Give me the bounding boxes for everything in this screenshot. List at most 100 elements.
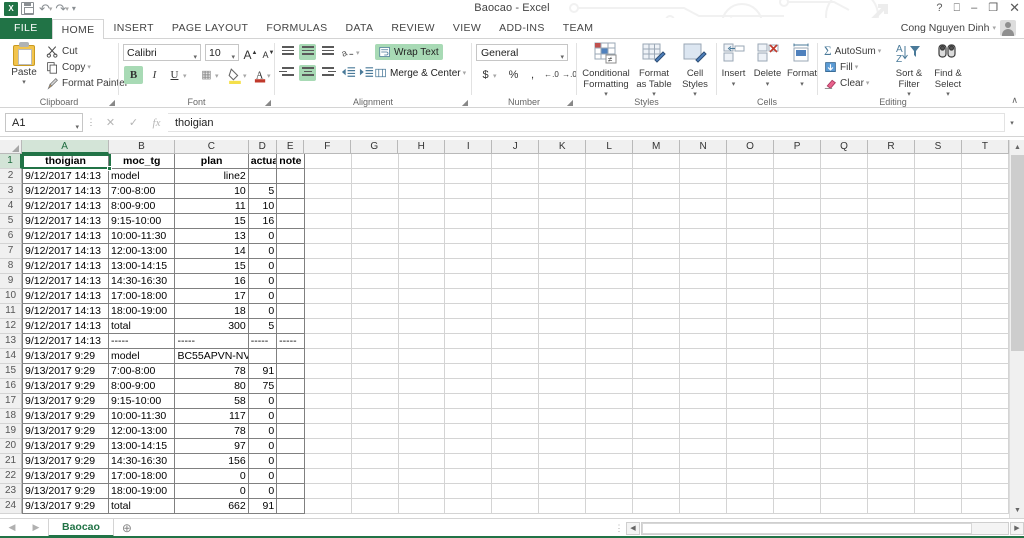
cell-K7[interactable]	[539, 244, 587, 259]
cell-L2[interactable]	[586, 169, 634, 184]
currency-caret-icon[interactable]: ▾	[493, 72, 497, 80]
cell-B16[interactable]: 8:00-9:00	[108, 379, 176, 394]
cell-P8[interactable]	[774, 259, 822, 274]
cell-R4[interactable]	[868, 199, 915, 214]
clipboard-dialog-launcher[interactable]: ◢	[109, 98, 115, 107]
cell-R10[interactable]	[868, 289, 915, 304]
cell-I1[interactable]	[445, 154, 493, 169]
cell-N11[interactable]	[680, 304, 728, 319]
cell-O10[interactable]	[727, 289, 775, 304]
insert-cells-caret-icon[interactable]: ▾	[717, 80, 750, 88]
cell-C22[interactable]: 0	[175, 469, 249, 484]
align-center-button[interactable]	[299, 65, 316, 81]
cell-E19[interactable]	[277, 424, 305, 439]
cell-P4[interactable]	[774, 199, 822, 214]
cell-N14[interactable]	[680, 349, 728, 364]
delete-cells-button[interactable]: Delete ▾	[750, 42, 785, 88]
cell-K10[interactable]	[539, 289, 587, 304]
cell-O17[interactable]	[727, 394, 775, 409]
cell-B1[interactable]: moc_tg	[108, 154, 176, 169]
cell-F18[interactable]	[304, 409, 352, 424]
cell-E12[interactable]	[277, 319, 305, 334]
cell-H8[interactable]	[398, 259, 446, 274]
help-icon[interactable]: ?	[936, 1, 942, 15]
cell-G21[interactable]	[351, 454, 399, 469]
cell-N5[interactable]	[680, 214, 728, 229]
column-header-l[interactable]: L	[586, 140, 634, 154]
close-icon[interactable]: ✕	[1009, 1, 1020, 15]
cell-M14[interactable]	[633, 349, 681, 364]
cell-Q24[interactable]	[821, 499, 869, 514]
cell-S13[interactable]	[915, 334, 962, 349]
cell-S22[interactable]	[915, 469, 962, 484]
cell-I16[interactable]	[445, 379, 493, 394]
cut-button[interactable]: Cut	[46, 43, 128, 59]
tab-review[interactable]: REVIEW	[382, 18, 444, 39]
cell-R16[interactable]	[868, 379, 915, 394]
cell-D6[interactable]: 0	[248, 229, 278, 244]
cell-N19[interactable]	[680, 424, 728, 439]
cell-S11[interactable]	[915, 304, 962, 319]
cell-T22[interactable]	[961, 469, 1009, 484]
cell-J1[interactable]	[492, 154, 540, 169]
cell-A19[interactable]: 9/13/2017 9:29	[22, 424, 109, 439]
cell-D21[interactable]: 0	[248, 454, 278, 469]
cell-F6[interactable]	[304, 229, 352, 244]
cell-D13[interactable]: -----	[248, 334, 278, 349]
cell-G4[interactable]	[351, 199, 399, 214]
cell-J11[interactable]	[492, 304, 540, 319]
cell-L20[interactable]	[586, 439, 634, 454]
cell-F1[interactable]	[304, 154, 352, 169]
cell-I6[interactable]	[445, 229, 493, 244]
cell-N6[interactable]	[680, 229, 728, 244]
cell-J9[interactable]	[492, 274, 540, 289]
cell-C15[interactable]: 78	[175, 364, 249, 379]
row-header-23[interactable]: 23	[0, 484, 22, 499]
cell-R23[interactable]	[868, 484, 915, 499]
cell-O9[interactable]	[727, 274, 775, 289]
cell-R20[interactable]	[868, 439, 915, 454]
cell-B8[interactable]: 13:00-14:15	[108, 259, 176, 274]
cell-E4[interactable]	[277, 199, 305, 214]
cell-R9[interactable]	[868, 274, 915, 289]
cell-I13[interactable]	[445, 334, 493, 349]
cell-K3[interactable]	[539, 184, 587, 199]
tab-team[interactable]: TEAM	[554, 18, 603, 39]
cell-G24[interactable]	[351, 499, 399, 514]
cell-J20[interactable]	[492, 439, 540, 454]
cell-D14[interactable]	[248, 349, 278, 364]
merge-center-caret-icon[interactable]: ▾	[463, 69, 467, 77]
cell-J12[interactable]	[492, 319, 540, 334]
borders-caret-icon[interactable]: ▾	[215, 72, 219, 80]
cell-L12[interactable]	[586, 319, 634, 334]
cell-O11[interactable]	[727, 304, 775, 319]
cell-E8[interactable]	[277, 259, 305, 274]
cell-D10[interactable]: 0	[248, 289, 278, 304]
cell-T7[interactable]	[961, 244, 1009, 259]
cell-B10[interactable]: 17:00-18:00	[108, 289, 176, 304]
row-header-17[interactable]: 17	[0, 394, 22, 409]
cell-J4[interactable]	[492, 199, 540, 214]
cell-M19[interactable]	[633, 424, 681, 439]
cell-J10[interactable]	[492, 289, 540, 304]
cell-I18[interactable]	[445, 409, 493, 424]
cell-Q9[interactable]	[821, 274, 869, 289]
cell-P2[interactable]	[774, 169, 822, 184]
cell-K21[interactable]	[539, 454, 587, 469]
cell-O2[interactable]	[727, 169, 775, 184]
number-dialog-launcher[interactable]: ◢	[567, 98, 573, 107]
cell-G23[interactable]	[351, 484, 399, 499]
cell-T15[interactable]	[961, 364, 1009, 379]
italic-button[interactable]: I	[145, 66, 164, 84]
horizontal-scroll-thumb[interactable]	[642, 522, 972, 534]
name-box[interactable]: A1 ▾	[5, 113, 83, 132]
cell-K5[interactable]	[539, 214, 587, 229]
cell-F19[interactable]	[304, 424, 352, 439]
cell-E1[interactable]: note	[277, 154, 305, 169]
column-header-d[interactable]: D	[248, 140, 277, 154]
cell-O7[interactable]	[727, 244, 775, 259]
copy-caret-icon[interactable]: ▾	[87, 63, 91, 71]
cell-A9[interactable]: 9/12/2017 14:13	[22, 274, 109, 289]
cell-C1[interactable]: plan	[175, 154, 249, 169]
format-painter-button[interactable]: Format Painter	[46, 75, 128, 91]
